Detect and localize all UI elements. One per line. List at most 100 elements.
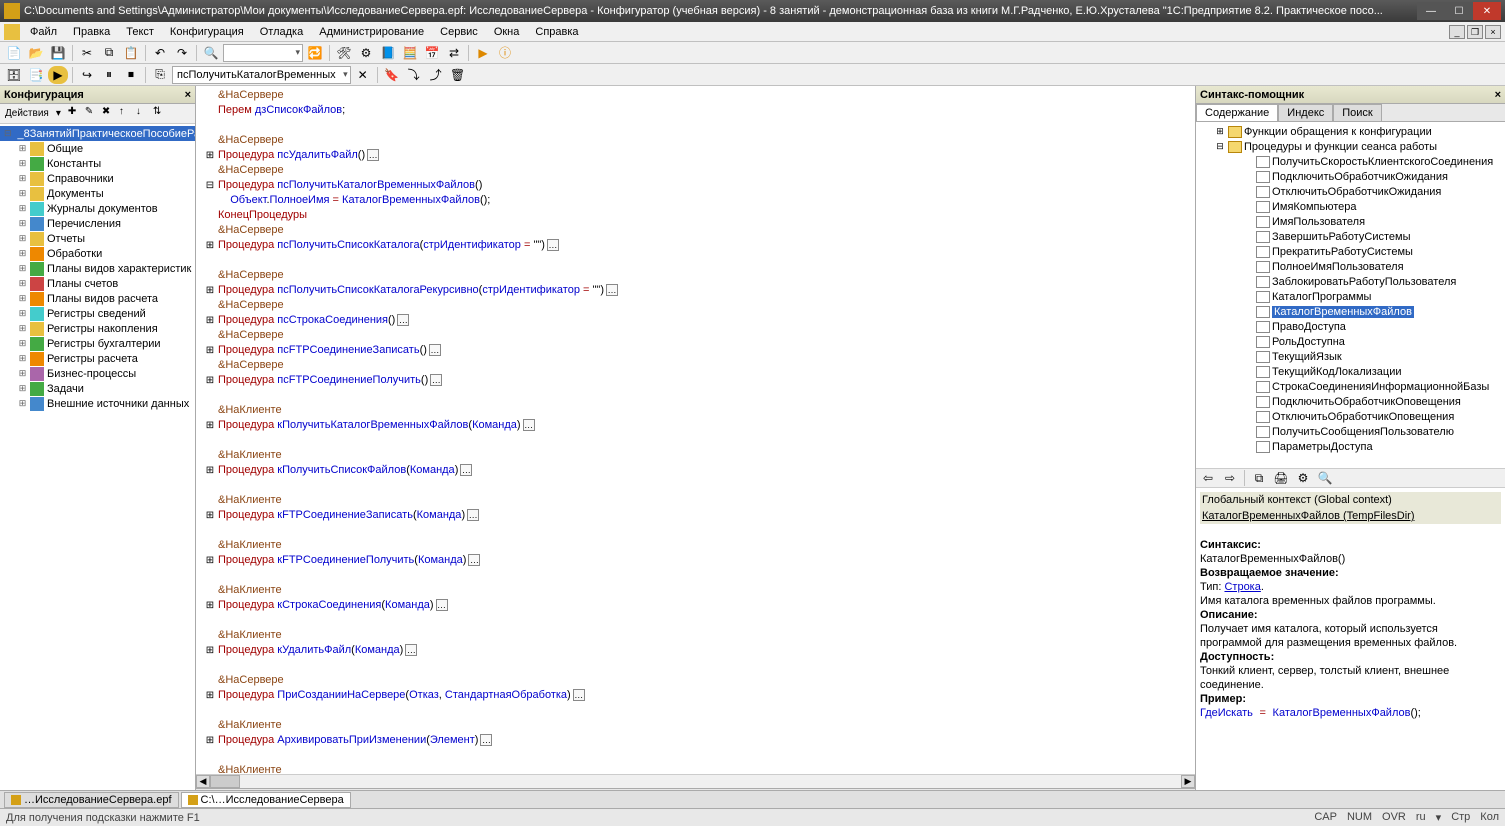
syntax-tree-item[interactable]: ТекущийЯзык (1198, 349, 1503, 364)
tree-item[interactable]: ⊞Регистры сведений (0, 306, 195, 321)
props-icon[interactable]: 🛠 (334, 44, 354, 62)
syntax-tree-item[interactable]: ПолучитьСкоростьКлиентскогоСоединения (1198, 154, 1503, 169)
window-tab-2[interactable]: C:\…ИсследованиеСервера (181, 792, 351, 808)
tree-item[interactable]: ⊞Планы видов характеристик (0, 261, 195, 276)
close-icon[interactable]: ✕ (353, 66, 373, 84)
fold-gutter[interactable]: ⊞ (202, 418, 218, 433)
cut-icon[interactable]: ✂ (77, 44, 97, 62)
fold-gutter[interactable]: ⊞ (202, 148, 218, 163)
back-icon[interactable]: ⇦ (1198, 469, 1218, 487)
open-icon[interactable]: 📂 (26, 44, 46, 62)
search-combo[interactable] (223, 44, 303, 62)
config-panel-close[interactable]: × (185, 89, 191, 101)
config-tree[interactable]: ⊟ _8ЗанятийПрактическоеПособиеРазработч … (0, 124, 195, 808)
config-actions[interactable]: Действия (2, 108, 52, 119)
menu-debug[interactable]: Отладка (254, 24, 309, 40)
syntax-tree-item[interactable]: ЗавершитьРаботуСистемы (1198, 229, 1503, 244)
find-icon[interactable]: 🔍 (1315, 469, 1335, 487)
syntax-tree-item[interactable]: ПолучитьСообщенияПользователю (1198, 424, 1503, 439)
close-button[interactable]: ✕ (1473, 2, 1501, 20)
tree-item[interactable]: ⊞Регистры бухгалтерии (0, 336, 195, 351)
tree-item[interactable]: ⊞Регистры накопления (0, 321, 195, 336)
syntax-panel-close[interactable]: × (1495, 89, 1501, 101)
tree-item[interactable]: ⊞Журналы документов (0, 201, 195, 216)
next-bm-icon[interactable]: ⤵ (404, 66, 424, 84)
syntax-tree-item[interactable]: КаталогВременныхФайлов (1198, 304, 1503, 319)
syntax-tree[interactable]: ⊞Функции обращения к конфигурации⊟Процед… (1196, 122, 1505, 468)
edit-icon[interactable]: ✎ (82, 106, 98, 122)
menu-windows[interactable]: Окна (488, 24, 526, 40)
syntax-tree-item[interactable]: ПравоДоступа (1198, 319, 1503, 334)
redo-icon[interactable]: ↷ (172, 44, 192, 62)
mdi-close[interactable]: × (1485, 25, 1501, 39)
update-icon[interactable]: ▶ (48, 66, 68, 84)
syntax-tree-item[interactable]: ЗаблокироватьРаботуПользователя (1198, 274, 1503, 289)
clear-bm-icon[interactable]: 🗑 (448, 66, 468, 84)
settings-icon[interactable]: ⚙ (1293, 469, 1313, 487)
replace-icon[interactable]: 🔁 (305, 44, 325, 62)
down-icon[interactable]: ↓ (133, 106, 149, 122)
fold-gutter[interactable]: ⊞ (202, 688, 218, 703)
menu-help[interactable]: Справка (529, 24, 584, 40)
fold-gutter[interactable]: ⊞ (202, 553, 218, 568)
fold-gutter[interactable]: ⊞ (202, 463, 218, 478)
syntax-tree-item[interactable]: ПодключитьОбработчикОповещения (1198, 394, 1503, 409)
syntax-tree-folder[interactable]: ⊟Процедуры и функции сеанса работы (1198, 139, 1503, 154)
tree-item[interactable]: ⊞Отчеты (0, 231, 195, 246)
compare-icon[interactable]: ⇄ (444, 44, 464, 62)
book-icon[interactable]: 📘 (378, 44, 398, 62)
fold-gutter[interactable]: ⊞ (202, 733, 218, 748)
menu-edit[interactable]: Правка (67, 24, 116, 40)
break-icon[interactable]: ⏸ (99, 66, 119, 84)
code-editor[interactable]: &НаСервереПерем дзСписокФайлов;&НаСервер… (196, 86, 1195, 774)
fold-gutter[interactable]: ⊞ (202, 283, 218, 298)
procedure-combo[interactable]: псПолучитьКаталогВременных (172, 66, 351, 84)
fold-gutter[interactable]: ⊞ (202, 238, 218, 253)
print-icon[interactable]: 🖨 (1271, 469, 1291, 487)
mdi-minimize[interactable]: _ (1449, 25, 1465, 39)
config-icon[interactable]: ⚙ (356, 44, 376, 62)
paste-icon[interactable]: 📋 (121, 44, 141, 62)
syntax-tree-item[interactable]: КаталогПрограммы (1198, 289, 1503, 304)
copy-icon[interactable]: ⧉ (99, 44, 119, 62)
tree-item[interactable]: ⊞Бизнес-процессы (0, 366, 195, 381)
syntax-tree-item[interactable]: ОтключитьОбработчикОповещения (1198, 409, 1503, 424)
tree-item[interactable]: ⊞Общие (0, 141, 195, 156)
undo-icon[interactable]: ↶ (150, 44, 170, 62)
syntax-tree-item[interactable]: ИмяПользователя (1198, 214, 1503, 229)
syntax-tab-content[interactable]: Содержание (1196, 104, 1278, 121)
fwd-icon[interactable]: ⇨ (1220, 469, 1240, 487)
fold-gutter[interactable]: ⊞ (202, 598, 218, 613)
app-menu-icon[interactable] (4, 24, 20, 40)
syntax-tree-item[interactable]: ИмяКомпьютера (1198, 199, 1503, 214)
syntax-tree-folder[interactable]: ⊞Функции обращения к конфигурации (1198, 124, 1503, 139)
calendar-icon[interactable]: 📅 (422, 44, 442, 62)
proc-nav-icon[interactable]: ⎘ (150, 66, 170, 84)
fold-gutter[interactable]: ⊟ (202, 178, 218, 193)
tree-item[interactable]: ⊞Регистры расчета (0, 351, 195, 366)
tree-item[interactable]: ⊞Обработки (0, 246, 195, 261)
tree-item[interactable]: ⊞Задачи (0, 381, 195, 396)
syntax-tab-index[interactable]: Индекс (1278, 104, 1333, 121)
prev-bm-icon[interactable]: ⤴ (426, 66, 446, 84)
bookmark-icon[interactable]: 🔖 (382, 66, 402, 84)
syntax-tree-item[interactable]: ОтключитьОбработчикОжидания (1198, 184, 1503, 199)
syntax-tree-item[interactable]: СтрокаСоединенияИнформационнойБазы (1198, 379, 1503, 394)
calc-icon[interactable]: 🧮 (400, 44, 420, 62)
fold-gutter[interactable]: ⊞ (202, 508, 218, 523)
sort-icon[interactable]: ⇅ (150, 106, 166, 122)
editor-hscroll[interactable]: ◀▶ (196, 774, 1195, 788)
new-icon[interactable]: 📄 (4, 44, 24, 62)
stop-icon[interactable]: ⏹ (121, 66, 141, 84)
tree-root[interactable]: ⊟ _8ЗанятийПрактическоеПособиеРазработч (0, 126, 195, 141)
menu-text[interactable]: Текст (120, 24, 160, 40)
add-icon[interactable]: ✚ (65, 106, 81, 122)
tree-item[interactable]: ⊞Планы счетов (0, 276, 195, 291)
step-icon[interactable]: ↪ (77, 66, 97, 84)
menu-file[interactable]: Файл (24, 24, 63, 40)
run-icon[interactable]: ▶ (473, 44, 493, 62)
tree-item[interactable]: ⊞Перечисления (0, 216, 195, 231)
syntax-tree-item[interactable]: РольДоступна (1198, 334, 1503, 349)
syntax-tree-item[interactable]: ПолноеИмяПользователя (1198, 259, 1503, 274)
tree-item[interactable]: ⊞Документы (0, 186, 195, 201)
